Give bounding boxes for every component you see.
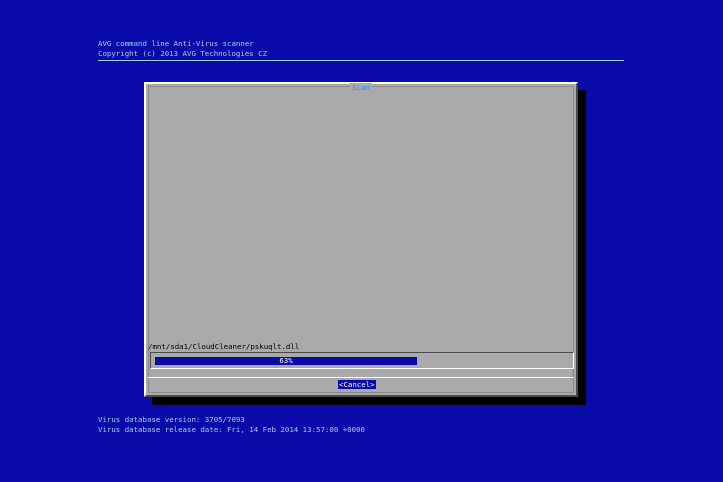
button-row: <Cancel> — [148, 377, 574, 392]
scan-dialog: Scan /mnt/sda1/CloudCleaner/pskuqlt.dll … — [144, 82, 578, 397]
database-version: Virus database version: 3705/7093 — [98, 415, 245, 424]
database-info: Virus database version: 3705/7093 Virus d… — [98, 415, 365, 434]
current-file-path: /mnt/sda1/CloudCleaner/pskuqlt.dll — [148, 342, 300, 351]
dialog-title: Scan — [146, 83, 576, 92]
progress-frame: 63% — [150, 352, 574, 369]
app-title: AVG command line Anti-Virus scanner — [98, 39, 254, 48]
progress-bar: 63% — [155, 356, 580, 365]
progress-percent: 63% — [279, 356, 293, 365]
copyright-text: Copyright (c) 2013 AVG Technologies CZ — [98, 48, 268, 58]
cancel-button[interactable]: <Cancel> — [338, 380, 376, 389]
database-release-date: Virus database release date: Fri, 14 Feb… — [98, 424, 365, 434]
app-header: AVG command line Anti-Virus scanner Copyr… — [98, 39, 267, 58]
header-divider — [98, 60, 624, 61]
dialog-title-text: Scan — [350, 83, 372, 92]
terminal-screen: AVG command line Anti-Virus scanner Copyr… — [0, 0, 723, 482]
